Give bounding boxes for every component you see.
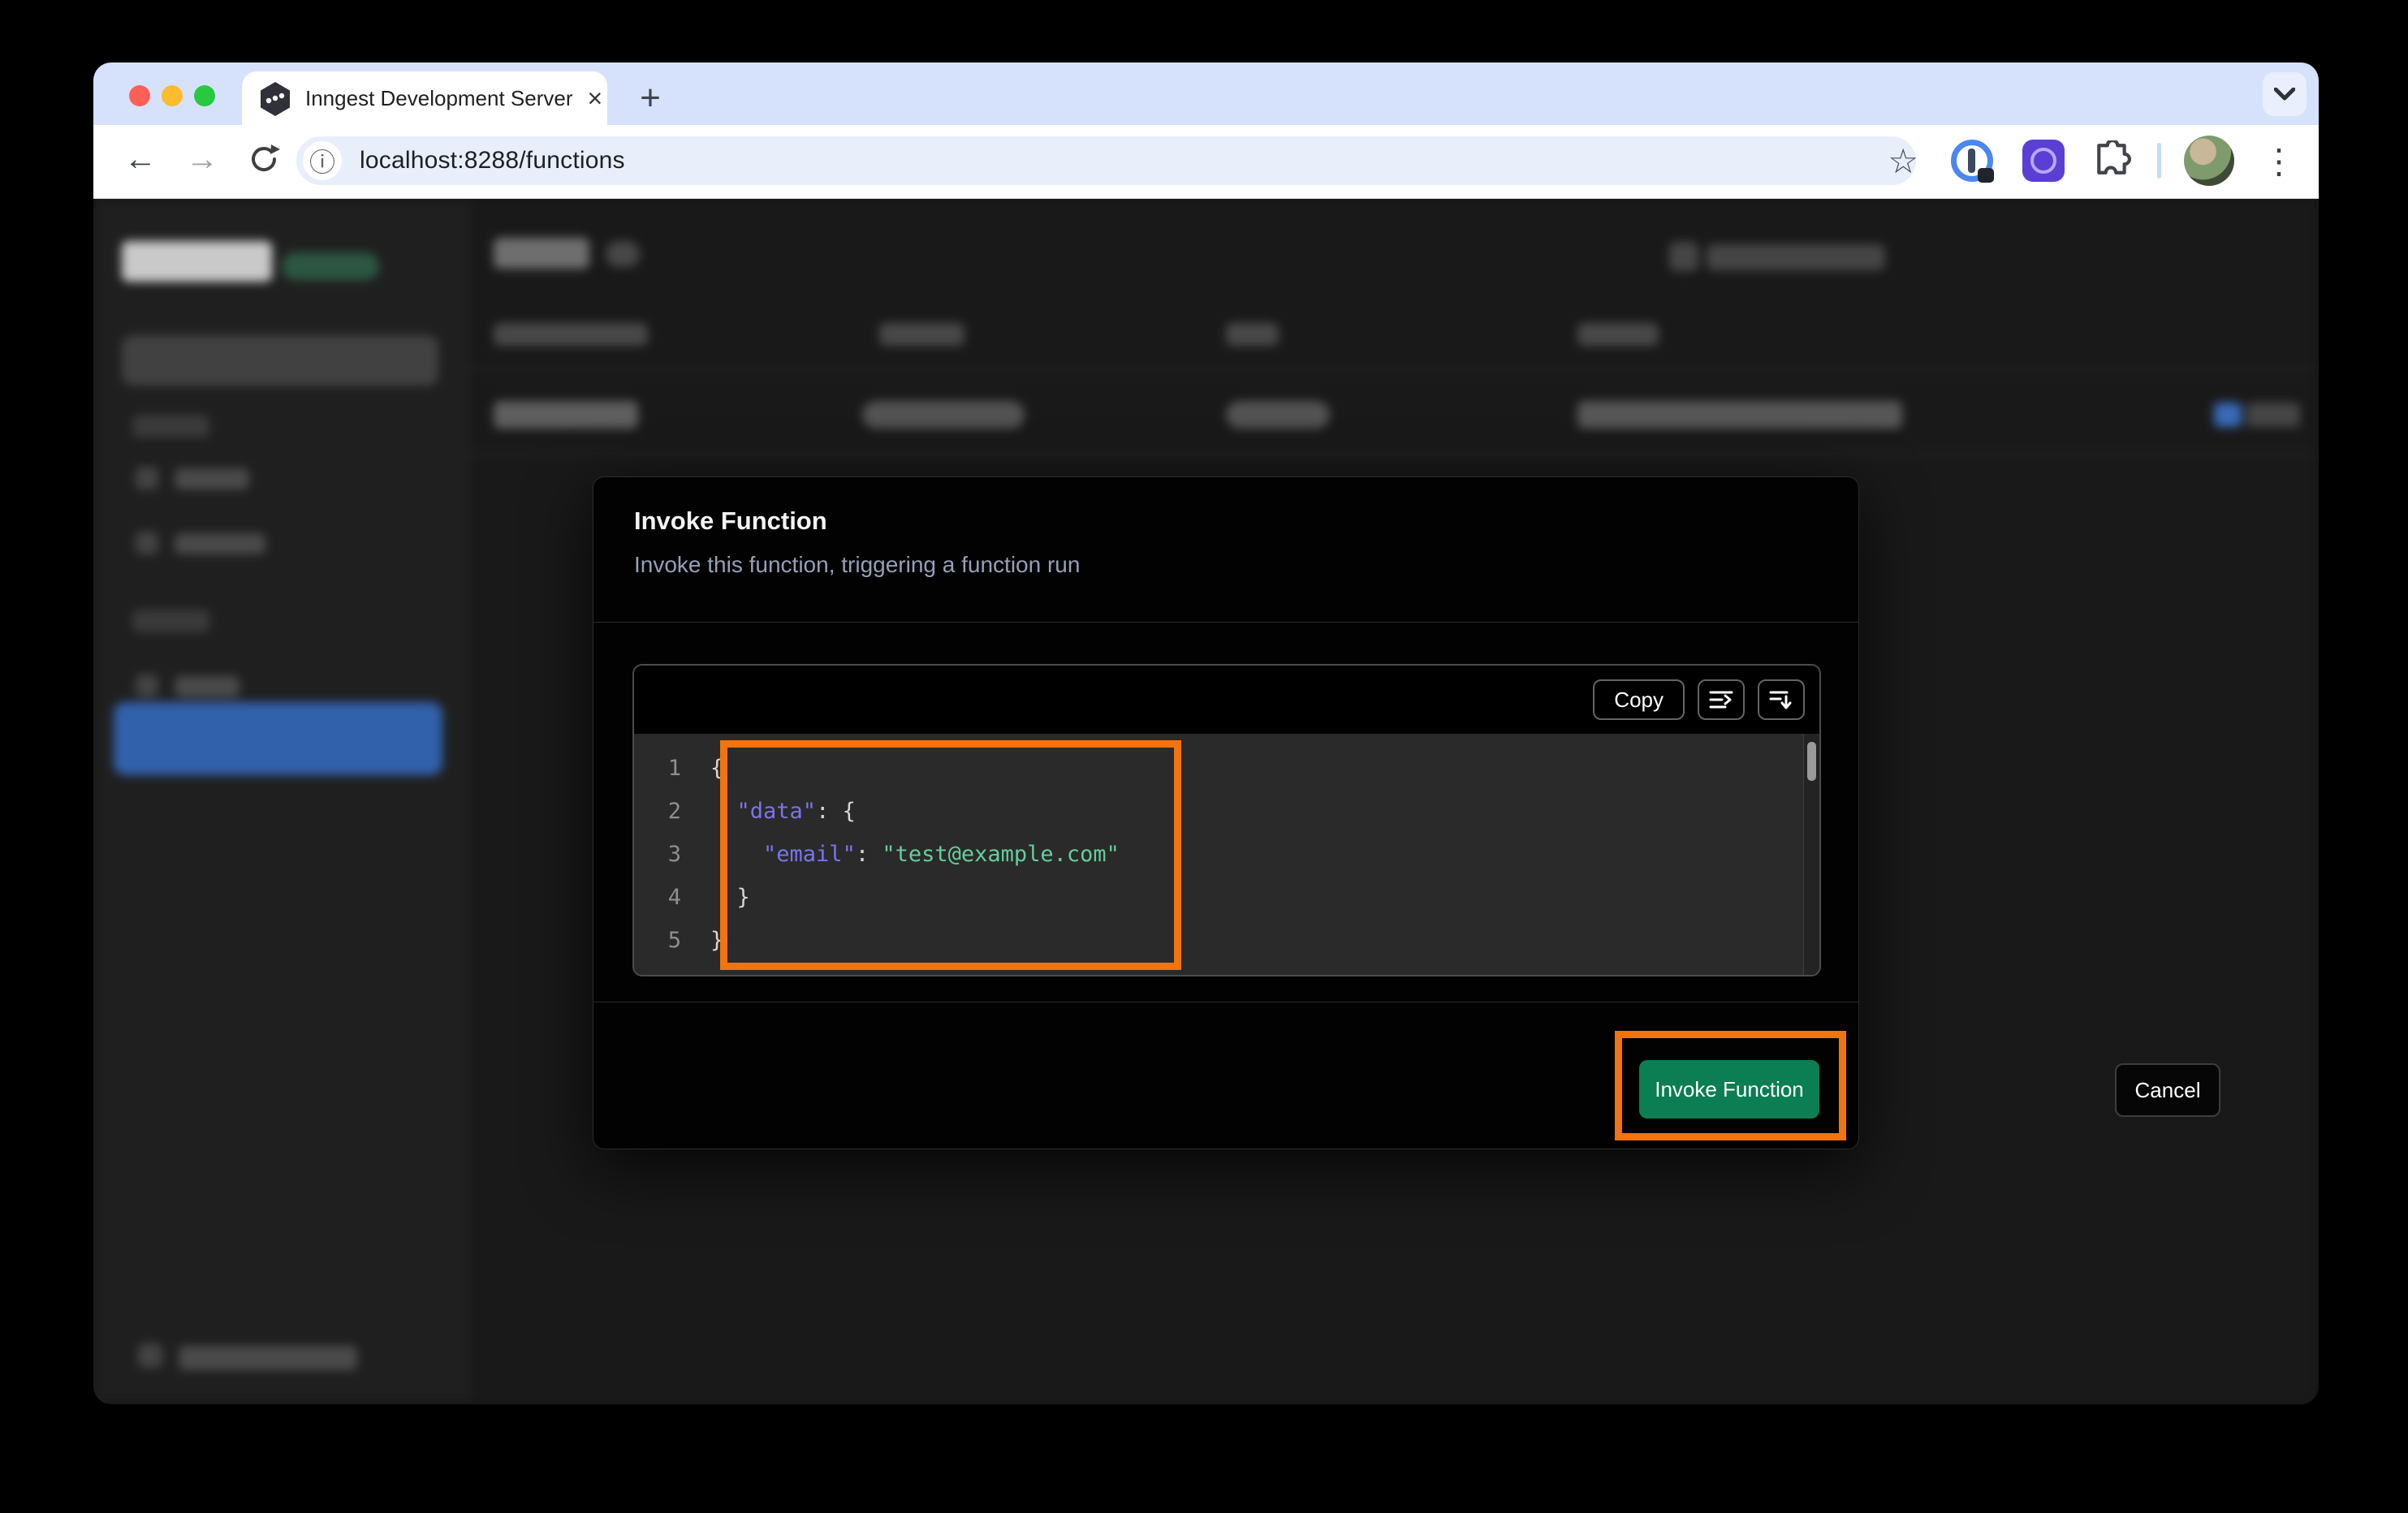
col-header-triggers <box>879 323 964 346</box>
tab-title: Inngest Development Server <box>305 85 573 110</box>
sidebar-item-icon <box>136 467 158 489</box>
word-wrap-icon-button[interactable] <box>1698 679 1745 720</box>
function-name-cell[interactable] <box>494 401 638 429</box>
export-functions-button[interactable] <box>1707 244 1885 270</box>
col-header-app-url <box>1577 323 1659 346</box>
new-tab-button[interactable]: + <box>629 77 671 119</box>
line-number: 1 <box>667 756 681 781</box>
forward-button[interactable]: → <box>179 136 225 182</box>
feedback-icon <box>138 1343 162 1368</box>
function-count-badge <box>606 241 640 267</box>
copy-button[interactable]: Copy <box>1593 679 1685 720</box>
sidebar-feedback-item[interactable] <box>179 1346 357 1370</box>
page-title-functions <box>494 238 589 269</box>
app-url-cell <box>1577 401 1902 429</box>
table-row-divider <box>469 453 2319 455</box>
table-header-divider <box>469 369 2319 370</box>
tab-close-icon[interactable]: × <box>588 85 603 111</box>
close-window-button[interactable] <box>129 85 150 106</box>
sidebar-item[interactable] <box>175 468 249 489</box>
reload-button[interactable] <box>241 136 287 182</box>
bookmark-star-icon[interactable]: ☆ <box>1888 141 1918 181</box>
modal-title: Invoke Function <box>634 506 827 535</box>
inngest-favicon-icon <box>260 82 291 116</box>
annotation-box-invoke <box>1615 1031 1846 1140</box>
invoke-row-icon[interactable] <box>2214 403 2242 427</box>
password-manager-extension-icon[interactable] <box>1951 140 1994 183</box>
sidebar-item[interactable] <box>175 676 240 697</box>
fullscreen-window-button[interactable] <box>194 85 215 106</box>
col-header-app <box>1226 323 1279 346</box>
modal-header-divider <box>593 622 1858 623</box>
browser-menu-icon[interactable]: ⋮ <box>2262 141 2296 181</box>
back-button[interactable]: ← <box>118 136 163 182</box>
dev-server-badge <box>282 252 379 280</box>
invoke-function-modal: Invoke Function Invoke this function, tr… <box>593 476 2220 1149</box>
cancel-button[interactable]: Cancel <box>2115 1063 2220 1117</box>
address-bar[interactable]: ⓘ localhost:8288/functions <box>296 136 1916 185</box>
editor-scrollbar-track[interactable] <box>1803 734 1819 975</box>
app-badge <box>1226 401 1330 429</box>
url-text: localhost:8288/functions <box>360 147 625 174</box>
inngest-logo <box>122 241 272 282</box>
toolbar-separator <box>2157 143 2161 179</box>
screen: Inngest Development Server × + ← → ⓘ loc… <box>0 0 2408 1513</box>
trigger-badge <box>862 401 1025 429</box>
annotation-box-editor <box>720 740 1181 970</box>
invoke-row-button[interactable] <box>2246 403 2300 427</box>
line-number: 4 <box>667 885 681 910</box>
browser-toolbar: ← → ⓘ localhost:8288/functions ☆ ⋮ <box>93 125 2319 199</box>
tab-strip: Inngest Development Server × + <box>93 63 2319 125</box>
app-sidebar <box>93 199 469 1404</box>
editor-scrollbar-thumb[interactable] <box>1807 742 1816 781</box>
sidebar-item-icon <box>136 532 158 554</box>
browser-tab[interactable]: Inngest Development Server × <box>242 71 607 125</box>
editor-toolbar: Copy <box>634 666 1819 734</box>
sidebar-search-input[interactable] <box>122 335 438 386</box>
col-header-function-name <box>494 323 648 346</box>
expand-content-icon-button[interactable] <box>1758 679 1805 720</box>
toolbar-right-icons: ☆ ⋮ <box>1888 136 2319 186</box>
sidebar-item[interactable] <box>175 533 265 554</box>
modal-subtitle: Invoke this function, triggering a funct… <box>634 552 1081 577</box>
extensions-puzzle-icon[interactable] <box>2094 138 2131 182</box>
sidebar-item-functions-selected[interactable] <box>114 702 442 775</box>
purple-extension-icon[interactable] <box>2022 140 2065 182</box>
export-icon <box>1669 242 1698 271</box>
minimize-window-button[interactable] <box>162 85 183 106</box>
browser-window: Inngest Development Server × + ← → ⓘ loc… <box>93 63 2319 1404</box>
sidebar-item-icon <box>136 675 158 697</box>
site-info-icon[interactable]: ⓘ <box>303 141 342 180</box>
line-number: 2 <box>667 799 681 824</box>
line-number: 5 <box>667 928 681 953</box>
sidebar-section-label <box>132 610 209 632</box>
profile-avatar[interactable] <box>2184 136 2234 186</box>
sidebar-section-label <box>132 415 209 438</box>
tab-search-chevron-button[interactable] <box>2263 72 2307 116</box>
line-number: 3 <box>667 842 681 867</box>
